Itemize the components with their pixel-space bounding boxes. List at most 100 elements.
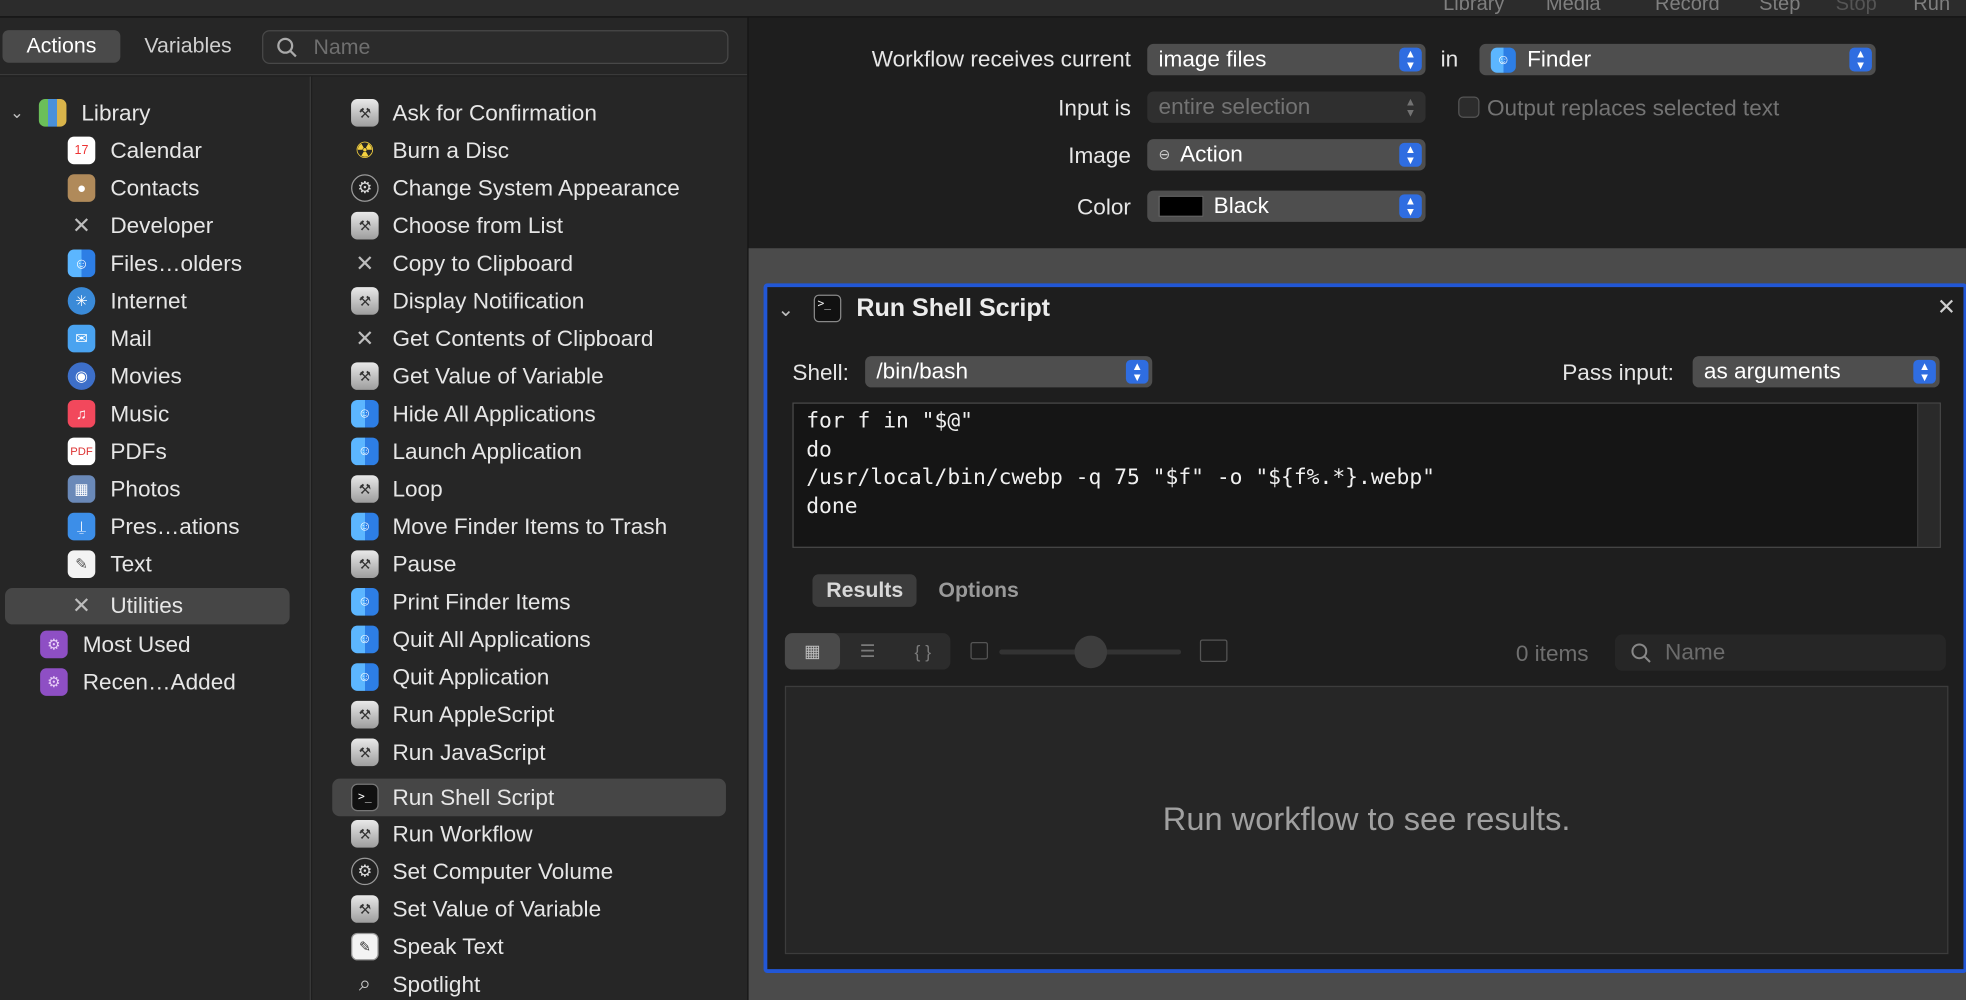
output-replaces-checkbox[interactable]: [1458, 96, 1480, 118]
close-icon[interactable]: ✕: [1937, 295, 1956, 321]
tools-icon: ✕: [72, 593, 91, 619]
image-value: Action: [1180, 141, 1243, 167]
action-item[interactable]: ⚒ Set Value of Variable: [351, 890, 601, 928]
smart-folder-icon: ⚙: [40, 630, 68, 659]
action-item[interactable]: ⚙ Set Computer Volume: [351, 853, 613, 891]
tools-icon: ✕: [355, 325, 375, 351]
library-search-input[interactable]: Name: [262, 30, 729, 64]
action-label: Launch Application: [392, 438, 582, 464]
script-editor[interactable]: for f in "$@" do /usr/local/bin/cwebp -q…: [792, 402, 1941, 548]
action-item[interactable]: ⚒ Ask for Confirmation: [351, 94, 597, 132]
library-toolbar-button[interactable]: Library: [1443, 0, 1504, 16]
library-item-developer[interactable]: ✕ Developer: [68, 207, 213, 245]
popup-arrows-icon: ▲ ▼: [1913, 359, 1936, 384]
library-item-most-used[interactable]: ⚙ Most Used: [40, 626, 191, 664]
action-item[interactable]: ⚒ Choose from List: [351, 207, 563, 245]
action-label: Get Contents of Clipboard: [392, 325, 654, 351]
pass-input-popup[interactable]: as arguments ▲ ▼: [1692, 356, 1940, 388]
automator-icon: ⚒: [351, 99, 379, 127]
photos-icon: ▦: [67, 475, 96, 503]
action-item[interactable]: ☺ Hide All Applications: [351, 395, 596, 433]
action-item[interactable]: ⚒ Get Value of Variable: [351, 357, 604, 395]
popup-arrows-icon: ▲ ▼: [1399, 47, 1422, 72]
action-item-selected[interactable]: >_ Run Shell Script: [332, 778, 726, 817]
library-item-internet[interactable]: ✳ Internet: [67, 282, 187, 320]
library-item-presentations[interactable]: ⍊ Pres…ations: [67, 508, 240, 546]
library-item-label: Internet: [110, 287, 187, 313]
library-item-contacts[interactable]: ● Contacts: [67, 169, 200, 207]
action-label: Run Shell Script: [392, 784, 555, 810]
action-item[interactable]: ⚒ Run AppleScript: [351, 696, 554, 734]
action-item[interactable]: ☺ Quit All Applications: [351, 621, 591, 659]
action-label: Quit Application: [392, 663, 550, 689]
image-popup[interactable]: ⊖ Action ▲ ▼: [1147, 139, 1426, 171]
library-item-recently-added[interactable]: ⚙ Recen…Added: [40, 663, 236, 701]
record-toolbar-button[interactable]: Record: [1655, 0, 1720, 16]
library-item-calendar[interactable]: 17 Calendar: [67, 132, 202, 170]
terminal-icon: >_: [813, 294, 842, 323]
settings-icon: ⚙: [351, 857, 379, 886]
actions-tab[interactable]: Actions: [2, 30, 121, 63]
color-popup[interactable]: Black ▲ ▼: [1147, 190, 1426, 222]
smart-folder-icon: ⚙: [40, 668, 68, 696]
actions-list: ⚒ Ask for Confirmation ☢ Burn a Disc ⚙ Chan…: [312, 76, 748, 1000]
action-item[interactable]: ✕ Get Contents of Clipboard: [351, 320, 653, 358]
action-label: Loop: [392, 475, 443, 501]
action-item[interactable]: ☺ Print Finder Items: [351, 583, 571, 621]
library-item-files-folders[interactable]: ☺ Files…olders: [67, 244, 242, 282]
settings-icon: ⚙: [351, 174, 379, 202]
tools-icon: ✕: [72, 212, 91, 238]
chevron-down-icon[interactable]: ⌄: [777, 297, 794, 322]
library-item-utilities[interactable]: ✕ Utilities: [5, 588, 290, 625]
media-toolbar-button[interactable]: Media: [1546, 0, 1601, 16]
action-item[interactable]: ✕ Copy to Clipboard: [351, 244, 573, 282]
action-item[interactable]: ⚒ Pause: [351, 545, 456, 583]
library-root[interactable]: ⌄ Library: [10, 94, 150, 132]
list-view-icon[interactable]: ☰: [840, 633, 895, 669]
action-item[interactable]: ☢ Burn a Disc: [351, 132, 509, 170]
results-search-input[interactable]: Name: [1614, 634, 1946, 671]
pass-input-value: as arguments: [1703, 358, 1841, 384]
slider-knob[interactable]: [1074, 635, 1108, 669]
library-item-label: Movies: [110, 362, 182, 389]
action-item[interactable]: ⚒ Loop: [351, 470, 443, 508]
tools-icon: ✕: [355, 250, 375, 276]
action-item[interactable]: ☺ Quit Application: [351, 658, 549, 696]
action-label: Set Computer Volume: [392, 858, 614, 884]
in-popup[interactable]: ☺ Finder ▲ ▼: [1479, 43, 1876, 76]
action-item[interactable]: ⚒ Run JavaScript: [351, 733, 545, 771]
action-item[interactable]: ☺ Launch Application: [351, 433, 582, 471]
receives-popup[interactable]: image files ▲ ▼: [1147, 43, 1426, 76]
library-item-label: Pres…ations: [110, 513, 240, 539]
library-item-pdfs[interactable]: PDF PDFs: [67, 433, 167, 471]
action-item[interactable]: ⌕ Spotlight: [351, 965, 480, 1000]
library-item-text[interactable]: ✎ Text: [67, 545, 152, 583]
variables-tab[interactable]: Variables: [125, 30, 250, 63]
action-label: Copy to Clipboard: [392, 250, 574, 276]
action-item[interactable]: ☺ Move Finder Items to Trash: [351, 508, 667, 546]
books-icon: [38, 99, 67, 127]
script-scrollbar[interactable]: [1917, 403, 1940, 547]
library-item-label: Contacts: [110, 174, 200, 200]
tab-results[interactable]: Results: [812, 574, 918, 607]
run-toolbar-button[interactable]: Run: [1913, 0, 1950, 16]
popup-arrows-icon: ▲ ▼: [1399, 194, 1422, 219]
action-item[interactable]: ✎ Speak Text: [351, 928, 504, 966]
chevron-down-icon[interactable]: ⌄: [10, 103, 24, 123]
library-item-photos[interactable]: ▦ Photos: [67, 470, 181, 508]
library-item-mail[interactable]: ✉ Mail: [67, 320, 152, 358]
script-text[interactable]: for f in "$@" do /usr/local/bin/cwebp -q…: [806, 409, 1435, 519]
code-view-icon[interactable]: { }: [895, 633, 950, 669]
action-item[interactable]: ⚙ Change System Appearance: [351, 169, 680, 207]
tab-options[interactable]: Options: [925, 574, 1033, 607]
grid-view-icon[interactable]: ▦: [784, 633, 841, 670]
library-item-movies[interactable]: ◉ Movies: [67, 357, 182, 395]
action-item[interactable]: ⚒ Display Notification: [351, 282, 584, 320]
shell-popup[interactable]: /bin/bash ▲ ▼: [865, 356, 1153, 388]
input-is-popup[interactable]: entire selection ▲ ▼: [1147, 91, 1426, 123]
library-item-music[interactable]: ♫ Music: [67, 395, 169, 433]
action-item[interactable]: ⚒ Run Workflow: [351, 815, 532, 853]
stop-toolbar-button[interactable]: Stop: [1836, 0, 1877, 16]
step-toolbar-button[interactable]: Step: [1759, 0, 1800, 16]
popup-arrows-icon: ▲ ▼: [1849, 47, 1872, 72]
